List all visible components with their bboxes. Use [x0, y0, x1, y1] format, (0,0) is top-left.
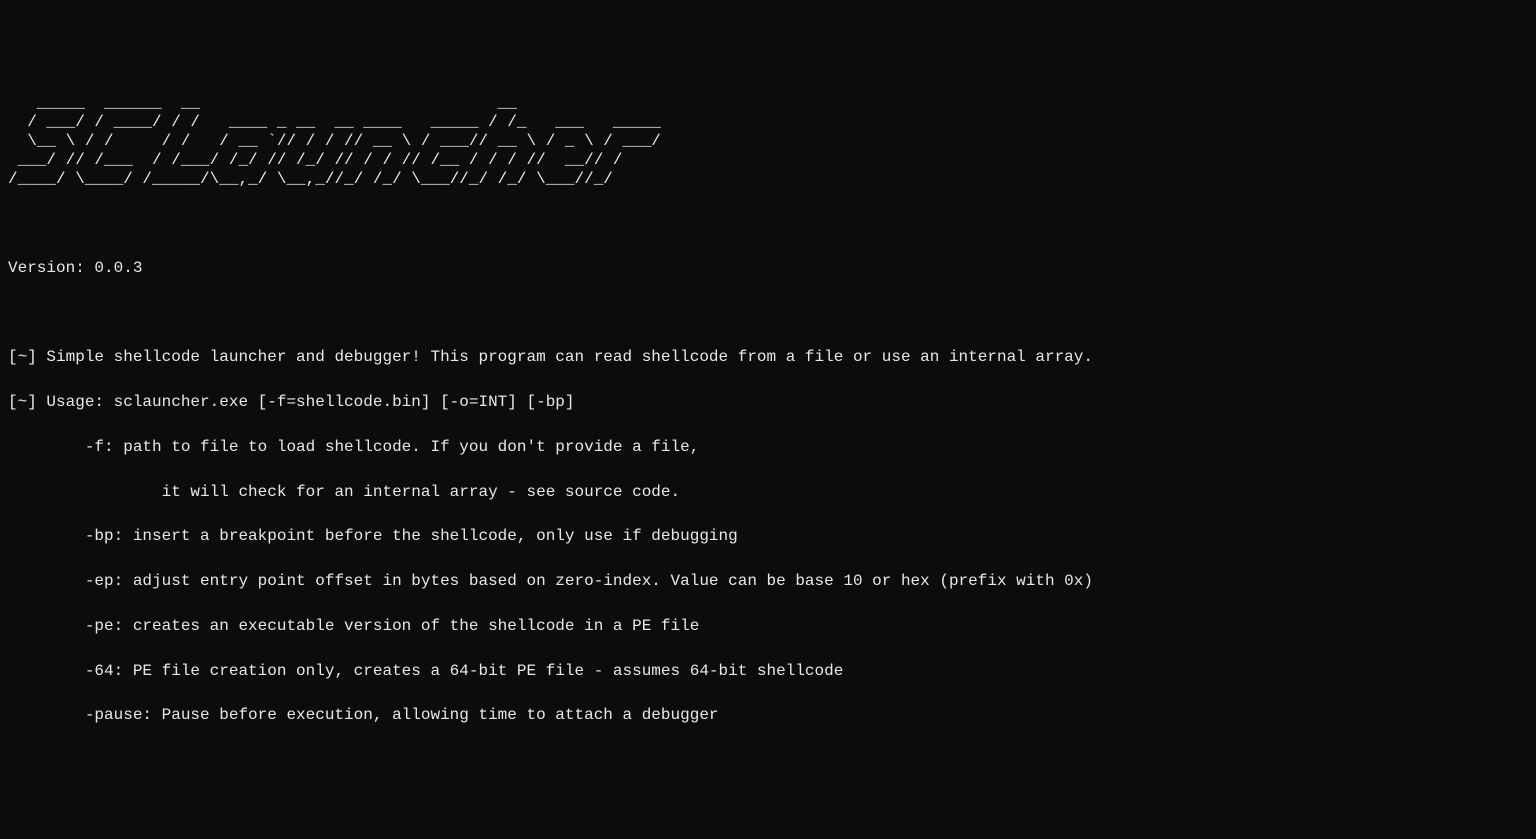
description-line: [~] Simple shellcode launcher and debugg…: [8, 346, 1528, 368]
option-line: -ep: adjust entry point offset in bytes …: [8, 570, 1528, 592]
option-line: -64: PE file creation only, creates a 64…: [8, 660, 1528, 682]
blank-line: [8, 301, 1528, 323]
usage-line: [~] Usage: sclauncher.exe [-f=shellcode.…: [8, 391, 1528, 413]
option-line: -f: path to file to load shellcode. If y…: [8, 436, 1528, 458]
ascii-banner: _____ ______ __ __ / ___/ / ____/ / / __…: [8, 94, 1528, 190]
option-line: it will check for an internal array - se…: [8, 481, 1528, 503]
blank-line: [8, 212, 1528, 234]
option-line: -pause: Pause before execution, allowing…: [8, 704, 1528, 726]
option-line: -pe: creates an executable version of th…: [8, 615, 1528, 637]
version-line: Version: 0.0.3: [8, 257, 1528, 279]
option-line: -bp: insert a breakpoint before the shel…: [8, 525, 1528, 547]
